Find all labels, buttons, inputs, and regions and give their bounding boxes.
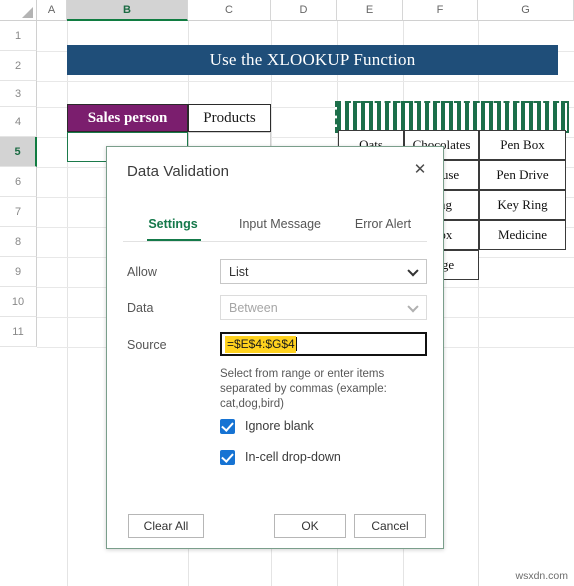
- tab-error-alert[interactable]: Error Alert: [335, 209, 431, 239]
- tab-input-message[interactable]: Input Message: [225, 209, 335, 239]
- data-validation-dialog: Data Validation ✕ Settings Input Message…: [106, 146, 444, 549]
- dialog-tabs: Settings Input Message Error Alert: [107, 209, 443, 243]
- cell-g7[interactable]: Key Ring: [479, 190, 566, 220]
- cancel-button[interactable]: Cancel: [354, 514, 426, 538]
- cell-g8[interactable]: Medicine: [479, 220, 566, 250]
- clear-all-button[interactable]: Clear All: [128, 514, 204, 538]
- data-select[interactable]: Between: [220, 295, 427, 320]
- allow-select-value: List: [229, 264, 249, 279]
- row-header-8[interactable]: 8: [0, 227, 37, 257]
- column-header-f[interactable]: F: [403, 0, 478, 21]
- text-cursor: [295, 337, 297, 351]
- dialog-title: Data Validation: [127, 163, 230, 180]
- header-juliana: Juliana: [479, 104, 566, 130]
- select-all-corner[interactable]: [0, 0, 37, 21]
- row-header-10[interactable]: 10: [0, 287, 37, 317]
- in-cell-dropdown-checkbox-row[interactable]: In-cell drop-down: [220, 448, 341, 466]
- row-header-1[interactable]: 1: [0, 21, 37, 51]
- row-header-9[interactable]: 9: [0, 257, 37, 287]
- column-header-a[interactable]: A: [37, 0, 67, 21]
- allow-label: Allow: [127, 265, 157, 279]
- chevron-down-icon: [407, 264, 419, 276]
- chevron-down-icon-disabled: [407, 300, 419, 312]
- ignore-blank-label: Ignore blank: [245, 419, 314, 433]
- excel-data-validation-screen: A B C D E F G 1 2 3 4 5 6 7 8 9 10 11 Us…: [0, 0, 574, 586]
- header-products: Products: [188, 104, 271, 132]
- source-hint: Select from range or enter items separat…: [220, 368, 387, 410]
- column-header-d[interactable]: D: [271, 0, 337, 21]
- source-input[interactable]: =$E$4:$G$4: [220, 332, 427, 356]
- column-header-c[interactable]: C: [188, 0, 271, 21]
- row-header-11[interactable]: 11: [0, 317, 37, 347]
- close-icon[interactable]: ✕: [405, 155, 435, 183]
- cell-g6[interactable]: Pen Drive: [479, 160, 566, 190]
- source-input-value: =$E$4:$G$4: [225, 335, 296, 353]
- column-header-g[interactable]: G: [478, 0, 574, 21]
- header-jacob: Jacob: [404, 104, 479, 130]
- row-header-2[interactable]: 2: [0, 51, 37, 81]
- checkbox-checked-icon[interactable]: [220, 418, 235, 434]
- data-label: Data: [127, 301, 154, 315]
- row-header-3[interactable]: 3: [0, 81, 37, 107]
- select-all-triangle-icon: [22, 7, 33, 18]
- sheet-title-banner: Use the XLOOKUP Function: [67, 45, 558, 75]
- tabs-divider: [123, 241, 427, 242]
- ignore-blank-checkbox-row[interactable]: Ignore blank: [220, 417, 314, 435]
- column-header-b[interactable]: B: [67, 0, 188, 21]
- row-header-6[interactable]: 6: [0, 167, 37, 197]
- watermark: wsxdn.com: [515, 570, 568, 582]
- row-header-7[interactable]: 7: [0, 197, 37, 227]
- in-cell-dropdown-label: In-cell drop-down: [245, 450, 341, 464]
- header-bryan: Bryan: [338, 104, 404, 130]
- column-header-e[interactable]: E: [337, 0, 403, 21]
- data-select-value: Between: [229, 300, 278, 315]
- source-label: Source: [127, 338, 167, 352]
- row-header-4[interactable]: 4: [0, 107, 37, 137]
- checkbox-checked-icon[interactable]: [220, 449, 235, 465]
- row-header-5[interactable]: 5: [0, 137, 37, 167]
- ok-button[interactable]: OK: [274, 514, 346, 538]
- header-sales-person: Sales person: [67, 104, 188, 132]
- allow-select[interactable]: List: [220, 259, 427, 284]
- cell-g5[interactable]: Pen Box: [479, 130, 566, 160]
- tab-settings[interactable]: Settings: [129, 209, 217, 239]
